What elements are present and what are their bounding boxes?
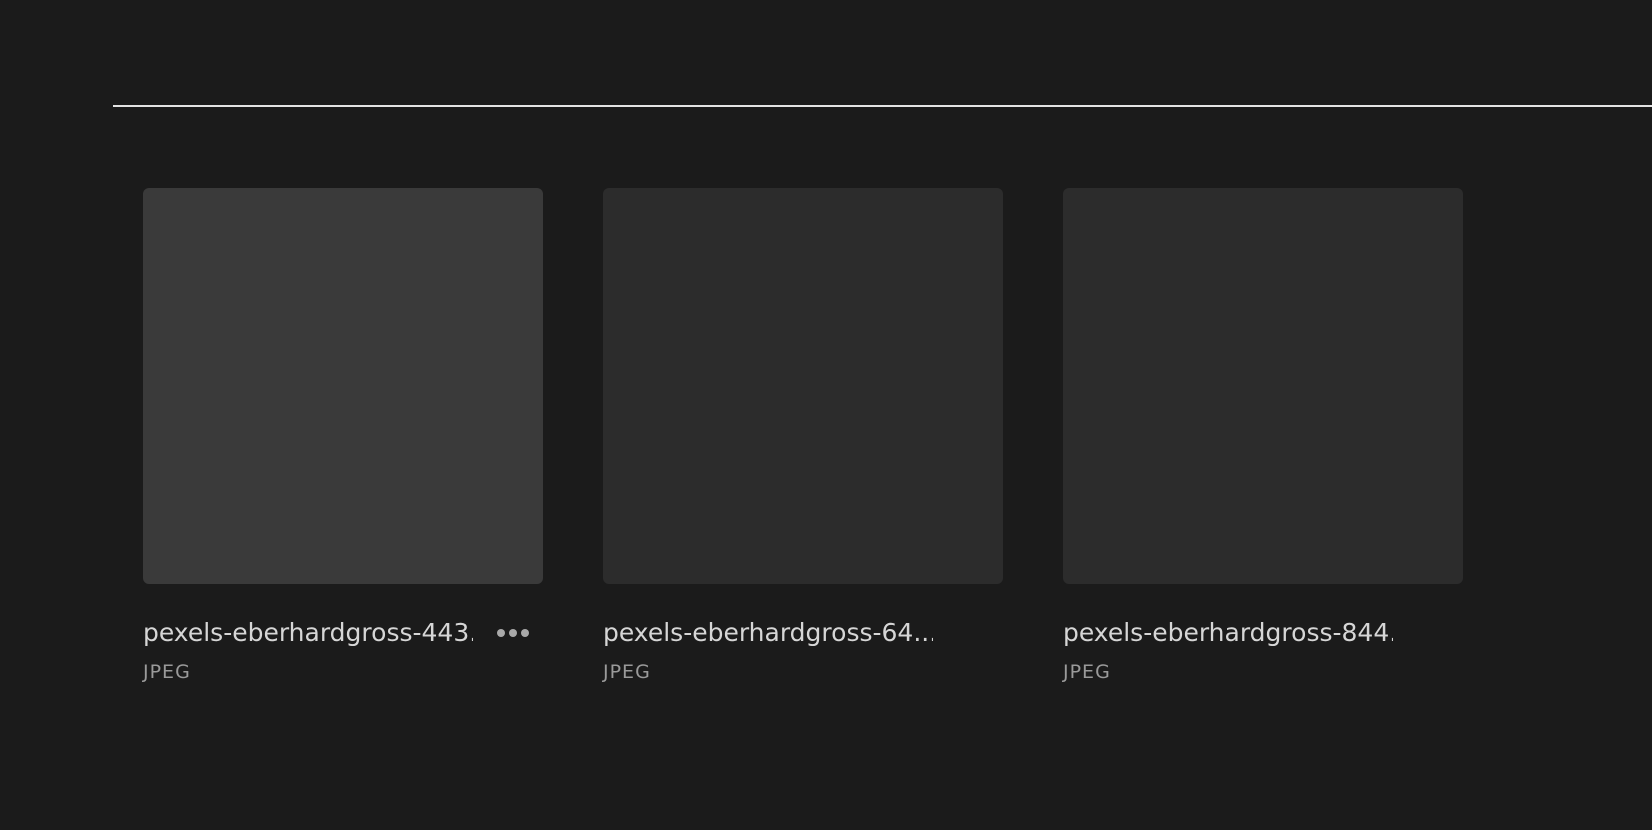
file-type: JPEG [1063,661,1111,683]
files-view: pexels-eberhardgross-443... JPEG pexels-… [0,0,1652,830]
file-name[interactable]: pexels-eberhardgross-443... [143,618,473,648]
more-options-button[interactable] [495,620,531,646]
file-card[interactable]: pexels-eberhardgross-443... JPEG [143,188,543,683]
ellipsis-icon [497,629,529,637]
header-divider [113,105,1652,107]
file-meta: pexels-eberhardgross-844... JPEG [1063,618,1463,683]
file-meta: pexels-eberhardgross-443... JPEG [143,618,543,683]
file-card[interactable]: pexels-eberhardgross-844... JPEG [1063,188,1463,683]
file-type: JPEG [603,661,651,683]
file-meta: pexels-eberhardgross-64... JPEG [603,618,1003,683]
file-name[interactable]: pexels-eberhardgross-844... [1063,618,1393,648]
file-name[interactable]: pexels-eberhardgross-64... [603,618,933,648]
file-thumbnail[interactable] [1063,188,1463,584]
file-card[interactable]: pexels-eberhardgross-64... JPEG [603,188,1003,683]
file-type: JPEG [143,661,191,683]
file-grid: pexels-eberhardgross-443... JPEG pexels-… [143,188,1463,683]
file-thumbnail[interactable] [603,188,1003,584]
file-thumbnail[interactable] [143,188,543,584]
